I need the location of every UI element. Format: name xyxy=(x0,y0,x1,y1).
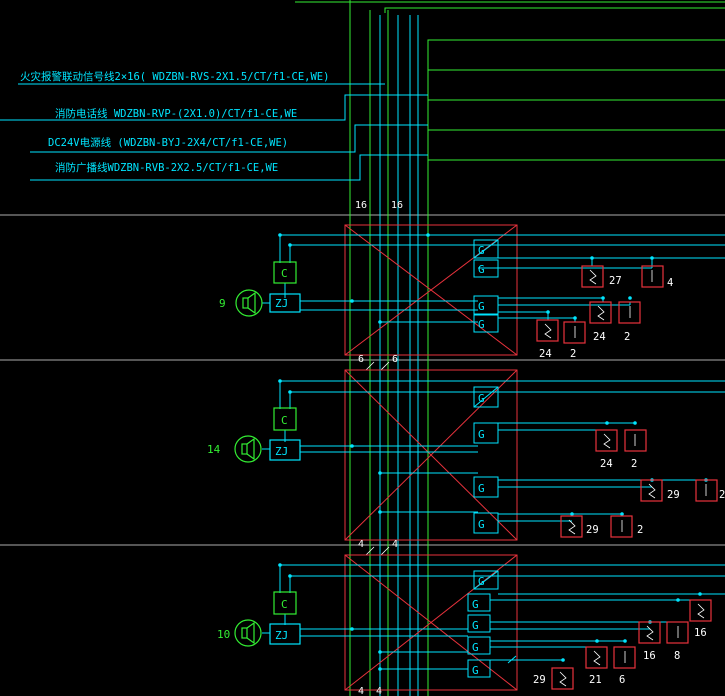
smoke-detector-icon xyxy=(638,621,661,644)
isolator-label: G xyxy=(478,428,485,441)
speaker-count: 14 xyxy=(207,443,221,456)
device-count: 4 xyxy=(667,277,673,289)
manual-alarm-button-icon xyxy=(624,429,647,452)
device-count: 21 xyxy=(589,674,602,686)
manual-alarm-button-icon xyxy=(695,479,718,502)
riser-tick-count: 4 xyxy=(392,539,398,550)
isolator-label: G xyxy=(472,598,479,611)
smoke-detector-icon xyxy=(595,429,618,452)
isolator-label: G xyxy=(478,300,485,313)
manual-alarm-button-icon xyxy=(666,621,689,644)
smoke-detector-icon xyxy=(581,265,604,288)
legend-broadcast-line: 消防广播线WDZBN-RVB-2X2.5/CT/f1-CE,WE xyxy=(55,161,278,174)
device-count: 2 xyxy=(719,489,725,501)
isolator-label: G xyxy=(478,392,485,405)
isolator-label: G xyxy=(472,641,479,654)
control-module-c-label: C xyxy=(281,414,288,427)
device-count: 24 xyxy=(600,458,613,470)
device-count: 24 xyxy=(539,348,552,360)
riser-count-left: 16 xyxy=(355,200,367,211)
manual-alarm-button-icon xyxy=(613,646,636,669)
device-count: 8 xyxy=(674,650,680,662)
riser-tick-count: 6 xyxy=(392,354,398,365)
shaft-box xyxy=(344,369,518,541)
cable-legend: 火灾报警联动信号线2×16( WDZBN-RVS-2X1.5/CT/f1-CE,… xyxy=(20,70,329,174)
smoke-detector-icon xyxy=(560,515,583,538)
legend-power-line: DC24V电源线 (WDZBN-BYJ-2X4/CT/f1-CE,WE) xyxy=(48,136,288,149)
riser-tick-count: 4 xyxy=(376,686,382,696)
smoke-detector-icon xyxy=(551,667,574,690)
legend-phone-line: 消防电话线 WDZBN-RVP-(2X1.0)/CT/f1-CE,WE xyxy=(55,107,297,120)
device-count: 24 xyxy=(593,331,606,343)
device-count: 27 xyxy=(609,275,622,287)
riser-tick-count: 6 xyxy=(358,354,364,365)
junction-dots xyxy=(278,379,708,516)
broadcast-module-zj-label: ZJ xyxy=(275,297,288,310)
broadcast-module-zj-label: ZJ xyxy=(275,629,288,642)
speaker-icon xyxy=(235,289,263,317)
isolator-label: G xyxy=(478,244,485,257)
manual-alarm-button-icon xyxy=(610,515,633,538)
device-count: 16 xyxy=(643,650,656,662)
devices xyxy=(560,429,718,538)
branch-lines xyxy=(262,380,725,522)
smoke-detector-icon xyxy=(585,646,608,669)
floor-1: 9 C ZJ G G G G 27 4 24 2 24 2 6 6 xyxy=(219,224,725,371)
device-count: 29 xyxy=(533,674,546,686)
device-count: 2 xyxy=(637,524,643,536)
top-bus-lines xyxy=(295,0,725,696)
broadcast-module-zj-label: ZJ xyxy=(275,445,288,458)
floor-3: 10 C ZJ G G G G G 16 16 8 29 21 6 4 4 xyxy=(217,554,725,696)
floor-2: 14 C ZJ G G G G 24 2 29 2 29 2 4 4 xyxy=(207,369,725,556)
branch-lines xyxy=(262,234,725,323)
speaker-count: 10 xyxy=(217,628,230,641)
manual-alarm-button-icon xyxy=(641,265,664,288)
device-count: 6 xyxy=(619,674,625,686)
device-count: 2 xyxy=(570,348,576,360)
isolator-label: G xyxy=(478,482,485,495)
control-module-c-label: C xyxy=(281,598,288,611)
isolator-label: G xyxy=(472,664,479,677)
manual-alarm-button-icon xyxy=(563,321,586,344)
device-count: 29 xyxy=(667,489,680,501)
isolator-label: G xyxy=(478,318,485,331)
isolator-label: G xyxy=(472,619,479,632)
speaker-count: 9 xyxy=(219,297,226,310)
legend-alarm-signal: 火灾报警联动信号线2×16( WDZBN-RVS-2X1.5/CT/f1-CE,… xyxy=(20,70,329,83)
fire-alarm-riser-diagram: 火灾报警联动信号线2×16( WDZBN-RVS-2X1.5/CT/f1-CE,… xyxy=(0,0,725,696)
smoke-detector-icon xyxy=(640,479,663,502)
device-count: 16 xyxy=(694,627,707,639)
device-count: 2 xyxy=(624,331,630,343)
devices xyxy=(551,599,712,690)
riser-tick-count: 4 xyxy=(358,539,364,550)
isolator-label: G xyxy=(478,263,485,276)
isolator-label: G xyxy=(478,518,485,531)
smoke-detector-icon xyxy=(689,599,712,622)
speaker-icon xyxy=(234,435,262,463)
floor-separator-lines xyxy=(0,214,725,546)
smoke-detector-icon xyxy=(536,319,559,342)
control-module-c-label: C xyxy=(281,267,288,280)
riser-count-right: 16 xyxy=(391,200,403,211)
isolator-label: G xyxy=(478,575,485,588)
device-count: 2 xyxy=(631,458,637,470)
speaker-icon xyxy=(234,619,262,647)
riser-tick-count: 4 xyxy=(358,686,364,696)
device-count: 29 xyxy=(586,524,599,536)
